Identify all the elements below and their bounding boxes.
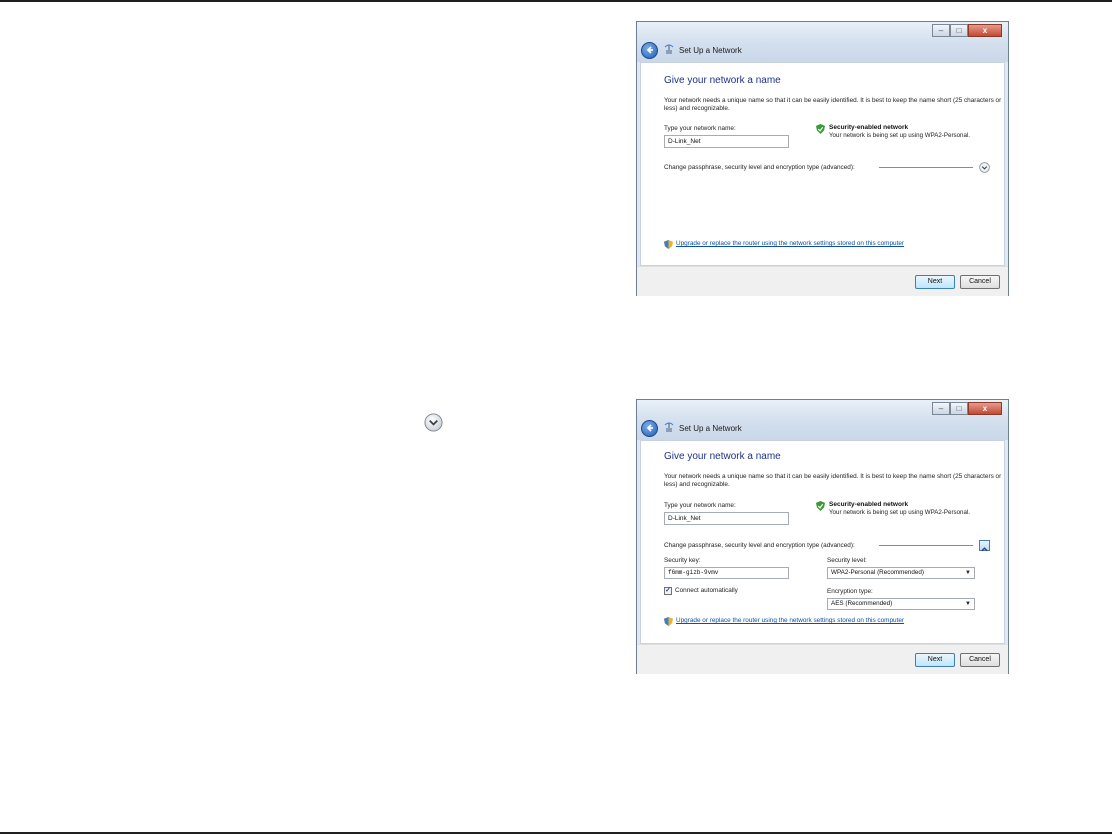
network-wizard-icon	[664, 44, 674, 54]
advanced-label: Change passphrase, security level and en…	[664, 542, 855, 549]
security-title: Security-enabled network	[829, 501, 909, 508]
dialog-content: Give your network a name Your network ne…	[640, 62, 1005, 266]
advanced-divider	[879, 545, 973, 546]
setup-network-window-expanded: – □ x Set Up a Network Give your network…	[636, 399, 1009, 674]
dialog-footer: Next Cancel	[637, 266, 1008, 296]
nav-row: Set Up a Network	[641, 41, 742, 59]
advanced-divider	[879, 167, 973, 168]
setup-network-window-collapsed: – □ x Set Up a Network Give your network…	[636, 21, 1009, 296]
next-button[interactable]: Next	[915, 275, 955, 289]
encryption-type-label: Encryption type:	[827, 588, 873, 595]
security-key-input[interactable]: f6mm-gizb-9vmv	[664, 567, 789, 579]
network-wizard-icon	[664, 422, 674, 432]
title-bar: – □ x Set Up a Network	[637, 22, 1008, 62]
security-key-label: Security key:	[664, 557, 701, 564]
window-controls: – □ x	[932, 402, 1002, 415]
minimize-button[interactable]: –	[932, 24, 950, 37]
close-button[interactable]: x	[968, 402, 1002, 415]
connect-automatically-checkbox[interactable]: ✓	[664, 587, 672, 595]
back-button[interactable]	[641, 41, 658, 59]
network-name-label: Type your network name:	[664, 502, 736, 509]
network-name-input[interactable]: D-Link_Net	[664, 135, 789, 148]
page-heading: Give your network a name	[664, 75, 781, 86]
security-level-select[interactable]: WPA2-Personal (Recommended) ▼	[827, 567, 975, 579]
cancel-button[interactable]: Cancel	[960, 653, 1000, 667]
security-level-label: Security level:	[827, 557, 867, 564]
uac-shield-icon	[664, 617, 673, 626]
cancel-button[interactable]: Cancel	[960, 275, 1000, 289]
top-rule	[0, 0, 1112, 2]
security-title: Security-enabled network	[829, 124, 909, 131]
expand-advanced-chevron-icon[interactable]	[979, 162, 990, 173]
next-button[interactable]: Next	[915, 653, 955, 667]
upgrade-router-link[interactable]: Upgrade or replace the router using the …	[676, 240, 904, 247]
security-level-value: WPA2-Personal (Recommended)	[831, 569, 924, 576]
window-controls: – □ x	[932, 24, 1002, 37]
maximize-button[interactable]: □	[950, 24, 968, 37]
security-subtitle: Your network is being set up using WPA2-…	[829, 509, 971, 516]
title-bar: – □ x Set Up a Network	[637, 400, 1008, 440]
collapse-advanced-button[interactable]	[979, 540, 990, 552]
window-title: Set Up a Network	[679, 45, 742, 55]
description-text: Your network needs a unique name so that…	[664, 97, 1002, 112]
encryption-type-value: AES (Recommended)	[831, 600, 893, 607]
green-shield-check-icon	[816, 501, 825, 511]
upgrade-router-link[interactable]: Upgrade or replace the router using the …	[676, 617, 904, 624]
chevron-up-icon	[981, 547, 988, 552]
bottom-rule	[0, 832, 1112, 834]
dialog-footer: Next Cancel	[637, 644, 1008, 674]
network-name-input[interactable]: D-Link_Net	[664, 512, 789, 525]
page-heading: Give your network a name	[664, 451, 781, 462]
uac-shield-icon	[664, 240, 673, 249]
dropdown-arrow-icon: ▼	[965, 601, 971, 607]
maximize-button[interactable]: □	[950, 402, 968, 415]
encryption-type-select[interactable]: AES (Recommended) ▼	[827, 598, 975, 610]
connect-automatically-label: Connect automatically	[675, 587, 738, 594]
back-arrow-icon	[646, 424, 653, 432]
nav-row: Set Up a Network	[641, 419, 742, 437]
window-title: Set Up a Network	[679, 423, 742, 433]
green-shield-check-icon	[816, 124, 825, 134]
dropdown-arrow-icon: ▼	[965, 570, 971, 576]
description-text: Your network needs a unique name so that…	[664, 473, 1002, 488]
close-button[interactable]: x	[968, 24, 1002, 37]
back-button[interactable]	[641, 419, 658, 437]
dialog-content: Give your network a name Your network ne…	[640, 440, 1005, 644]
network-name-label: Type your network name:	[664, 125, 736, 132]
chevron-down-circle-icon	[424, 413, 443, 432]
advanced-label: Change passphrase, security level and en…	[664, 164, 855, 171]
minimize-button[interactable]: –	[932, 402, 950, 415]
security-subtitle: Your network is being set up using WPA2-…	[829, 132, 971, 139]
back-arrow-icon	[646, 46, 653, 54]
